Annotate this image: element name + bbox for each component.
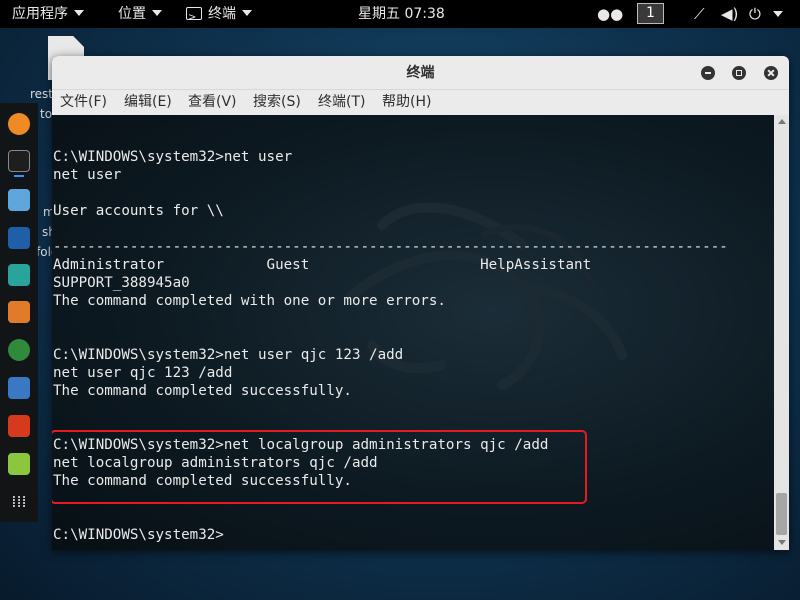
terminal-line: C:\WINDOWS\system32>net user qjc 123 /ad…: [53, 347, 404, 363]
scroll-up-icon[interactable]: [778, 119, 786, 124]
scrollbar[interactable]: [774, 115, 789, 550]
terminal-line: User accounts for \\: [53, 203, 224, 219]
desktop-file-label[interactable]: rest: [30, 86, 53, 102]
power-icon[interactable]: ⏻: [749, 0, 761, 28]
chevron-down-icon: [152, 10, 162, 16]
clock[interactable]: 星期五 07:38: [358, 0, 445, 28]
metasploit-icon[interactable]: [8, 227, 30, 249]
applications-menu[interactable]: 应用程序: [12, 0, 84, 28]
workspace-indicator[interactable]: 1: [637, 3, 664, 24]
terminal-line: net user: [53, 167, 122, 183]
firefox-icon[interactable]: [8, 113, 30, 135]
terminal-icon: [186, 4, 202, 32]
terminal-icon[interactable]: [8, 150, 30, 172]
beef-icon[interactable]: [8, 377, 30, 399]
menu-terminal[interactable]: 终端(T): [318, 90, 365, 115]
terminal-line: ----------------------------------------…: [53, 239, 728, 255]
armitage-icon[interactable]: [8, 264, 30, 286]
menu-search[interactable]: 搜索(S): [253, 90, 301, 115]
dock: ⁞⁞⁞: [0, 103, 38, 522]
close-icon[interactable]: [764, 66, 778, 80]
places-menu-label: 位置: [118, 6, 146, 22]
terminal-app-menu[interactable]: 终端: [186, 0, 252, 32]
terminal-app-menu-label: 终端: [208, 6, 236, 22]
menu-edit[interactable]: 编辑(E): [124, 90, 172, 115]
minimize-icon[interactable]: [701, 66, 715, 80]
terminal-line: The command completed with one or more e…: [53, 293, 446, 309]
leafpad-icon[interactable]: [8, 453, 30, 475]
active-indicator: [14, 175, 24, 177]
maltego-icon[interactable]: [8, 339, 30, 361]
chevron-down-icon: [242, 10, 252, 16]
scroll-thumb[interactable]: [776, 493, 787, 535]
chevron-down-icon: [74, 10, 84, 16]
terminal-line: C:\WINDOWS\system32>: [53, 527, 224, 543]
places-menu[interactable]: 位置: [118, 0, 162, 28]
terminal-line: The command completed successfully.: [53, 383, 352, 399]
applications-menu-label: 应用程序: [12, 6, 68, 22]
window-title: 终端: [406, 65, 435, 81]
menu-help[interactable]: 帮助(H): [382, 90, 431, 115]
faraday-icon[interactable]: [8, 415, 30, 437]
terminal-window: 终端 文件(F) 编辑(E) 查看(V) 搜索(S) 终端(T) 帮助(H) C…: [52, 56, 789, 550]
volume-icon[interactable]: ◀): [721, 0, 738, 28]
files-icon[interactable]: [8, 189, 30, 211]
highlight-box: [52, 430, 587, 504]
maximize-icon[interactable]: [732, 66, 746, 80]
menu-view[interactable]: 查看(V): [188, 90, 237, 115]
menu-file[interactable]: 文件(F): [60, 90, 107, 115]
terminal-line: C:\WINDOWS\system32>net user: [53, 149, 293, 165]
network-icon[interactable]: ⟋: [694, 0, 705, 28]
window-titlebar[interactable]: 终端: [52, 56, 789, 90]
scroll-down-icon[interactable]: [778, 540, 786, 545]
burpsuite-icon[interactable]: [8, 301, 30, 323]
terminal-line: SUPPORT_388945a0: [53, 275, 190, 291]
show-apps-icon[interactable]: ⁞⁞⁞: [8, 491, 30, 513]
menubar: 文件(F) 编辑(E) 查看(V) 搜索(S) 终端(T) 帮助(H): [52, 90, 789, 115]
chevron-down-icon[interactable]: [773, 11, 783, 17]
terminal-output[interactable]: C:\WINDOWS\system32>net user net user User…: [52, 115, 789, 550]
top-panel: 应用程序 位置 终端 星期五 07:38 ●● 1 ⟋ ◀) ⏻: [0, 0, 800, 32]
terminal-line: Administrator Guest HelpAssistant: [53, 257, 592, 273]
terminal-line: net user qjc 123 /add: [53, 365, 233, 381]
video-icon[interactable]: ●●: [597, 0, 623, 28]
